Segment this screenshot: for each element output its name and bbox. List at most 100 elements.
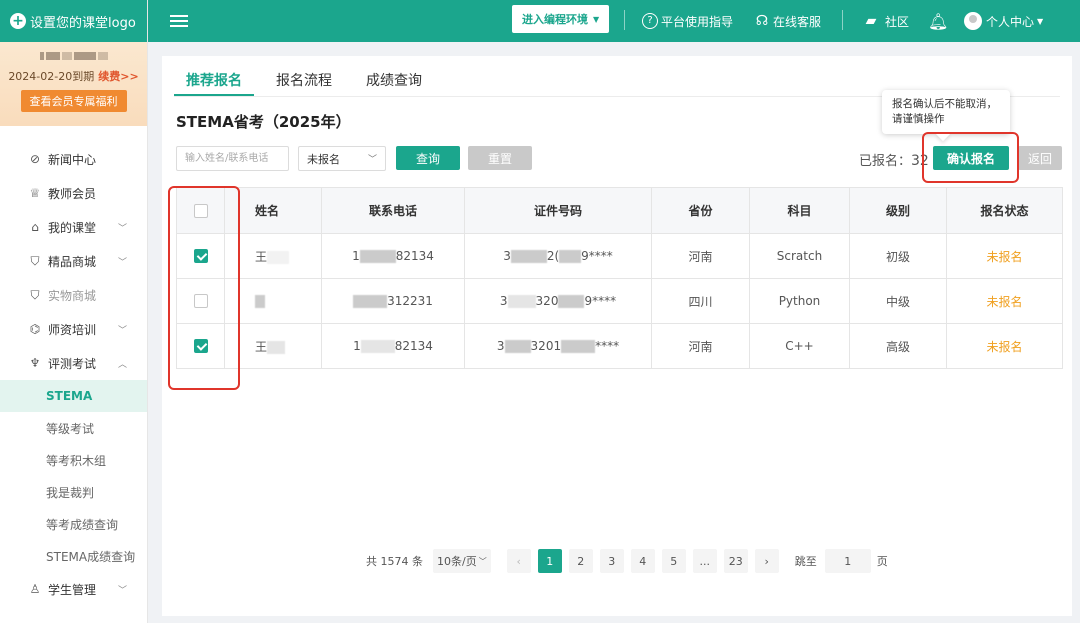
sidebar-subitem-stema-score[interactable]: STEMA成绩查询 [0, 540, 147, 572]
jump-label: 跳至 [794, 555, 817, 568]
enter-env-button[interactable]: 进入编程环境 ▼ [512, 5, 610, 33]
redacted-text [561, 340, 596, 353]
community-link[interactable]: ▰ 社区 [860, 0, 909, 42]
redacted-text [504, 340, 531, 353]
chevron-down-icon: ﹀ [478, 556, 487, 566]
status-badge: 未报名 [946, 323, 1063, 369]
tab-process[interactable]: 报名流程 [264, 56, 344, 96]
training-icon: ⌬ [29, 322, 41, 336]
sidebar-subitem-block-group[interactable]: 等考积木组 [0, 444, 147, 476]
chat-icon: ▰ [865, 13, 877, 29]
prev-page-button[interactable]: ‹ [506, 549, 531, 573]
search-input[interactable] [176, 146, 289, 171]
redacted-text [267, 250, 290, 264]
tab-score[interactable]: 成绩查询 [354, 56, 434, 96]
bell-icon[interactable]: 🔔︎ [928, 0, 948, 42]
sidebar-item-students[interactable]: ♙ 学生管理 ﹀ [0, 572, 147, 606]
plus-icon: + [10, 13, 26, 29]
sidebar-item-exam[interactable]: ♆ 评测考试 ︿ [0, 346, 147, 380]
menu-toggle-icon[interactable] [170, 12, 188, 30]
sidebar-subitem-level-exam[interactable]: 等级考试 [0, 412, 147, 444]
reset-button[interactable]: 重置 [468, 146, 532, 170]
sidebar-subitem-level-score[interactable]: 等考成绩查询 [0, 508, 147, 540]
chevron-down-icon: ﹀ [117, 223, 127, 234]
table-row: 王 1 82134 3 3201 **** 河南 C++ 高级 未报名 [176, 323, 1063, 369]
table-row: 312231 3 320 9**** 四川 Python 中级 未报名 [176, 278, 1063, 324]
page-button[interactable]: 23 [723, 549, 748, 573]
page-unit-label: 页 [876, 555, 888, 568]
status-select[interactable]: 未报名 ﹀ [298, 146, 386, 171]
headset-icon: ☊ [755, 13, 769, 29]
highlight-confirm-box [922, 132, 1019, 183]
next-page-button[interactable]: › [754, 549, 779, 573]
sidebar-item-shop[interactable]: ⛉ 精品商城 ﹀ [0, 244, 147, 278]
chevron-up-icon: ︿ [117, 359, 127, 370]
page-title: STEMA省考（2025年） [176, 113, 351, 131]
page-ellipsis[interactable]: ... [692, 549, 717, 573]
page-button[interactable]: 3 [599, 549, 624, 573]
column-header: 证件号码 [464, 187, 652, 234]
page-button[interactable]: 2 [568, 549, 593, 573]
tab-bar: 推荐报名 报名流程 成绩查询 [174, 56, 444, 96]
redacted-text [359, 250, 396, 263]
chevron-down-icon: ﹀ [117, 257, 127, 268]
top-header: 进入编程环境 ▼ ? 平台使用指导 ☊ 在线客服 ▰ 社区 🔔︎ 个人中心 ▼ [148, 0, 1080, 42]
redacted-text [510, 250, 547, 263]
query-button[interactable]: 查询 [396, 146, 460, 170]
caret-down-icon: ▼ [1037, 16, 1044, 26]
column-header: 科目 [749, 187, 850, 234]
header-divider [624, 10, 625, 30]
redacted-text [267, 340, 286, 354]
registered-count: 已报名：32 [859, 153, 929, 169]
sidebar-item-physical-shop[interactable]: ⛉ 实物商城 [0, 278, 147, 312]
page-size-select[interactable]: 10条/页 ﹀ [433, 549, 491, 573]
trophy-icon: ♆ [29, 356, 41, 370]
column-header: 报名状态 [946, 187, 1063, 234]
column-header: 联系电话 [321, 187, 465, 234]
sidebar-item-training[interactable]: ⌬ 师资培训 ﹀ [0, 312, 147, 346]
chevron-down-icon: ﹀ [117, 325, 127, 336]
chevron-down-icon: ﹀ [367, 155, 377, 165]
sidebar-subitem-referee[interactable]: 我是裁判 [0, 476, 147, 508]
member-benefit-button[interactable]: 查看会员专属福利 [20, 90, 127, 112]
header-divider [842, 10, 843, 30]
redacted-text [559, 250, 582, 263]
jump-page-input[interactable]: 1 [824, 549, 871, 573]
status-badge: 未报名 [946, 278, 1063, 324]
page-button[interactable]: 1 [537, 549, 562, 573]
sidebar-item-teacher[interactable]: ♕ 教师会员 [0, 176, 147, 210]
page-button[interactable]: 5 [661, 549, 686, 573]
registration-table: 姓名 联系电话 证件号码 省份 科目 级别 报名状态 王 1 82134 3 2(9… [176, 187, 1063, 369]
sidebar: + 设置您的课堂logo 2024-02-20到期 续费>> 查看会员专属福利 ⊘… [0, 0, 148, 623]
renew-link[interactable]: 续费>> [98, 70, 138, 83]
sidebar-item-news[interactable]: ⊘ 新闻中心 [0, 142, 147, 176]
chevron-down-icon: ﹀ [117, 585, 127, 596]
pagination: 共 1574 条 10条/页 ﹀ ‹ 1 2 3 4 5 ... 23 › 跳至 … [366, 549, 888, 573]
service-link[interactable]: ☊ 在线客服 [754, 0, 821, 42]
back-button[interactable]: 返回 [1018, 146, 1062, 170]
column-header: 级别 [849, 187, 947, 234]
table-row: 王 1 82134 3 2(9**** 河南 Scratch 初级 未报名 [176, 233, 1063, 279]
status-badge: 未报名 [946, 233, 1063, 279]
sidebar-subitem-stema[interactable]: STEMA [0, 380, 147, 412]
pagination-total: 共 1574 条 [366, 555, 423, 568]
physical-shop-icon: ⛉ [30, 287, 40, 302]
table-header-row: 姓名 联系电话 证件号码 省份 科目 级别 报名状态 [176, 187, 1063, 234]
tab-recommended[interactable]: 推荐报名 [174, 56, 254, 96]
main-content: 推荐报名 报名流程 成绩查询 STEMA省考（2025年） 未报名﹀ 查询 重置… [162, 56, 1072, 616]
guide-link[interactable]: ? 平台使用指导 [642, 0, 733, 42]
user-center-menu[interactable]: 个人中心 ▼ [964, 0, 1043, 42]
student-icon: ♙ [29, 582, 41, 596]
highlight-checkbox-column [168, 186, 240, 390]
redacted-text [360, 340, 395, 353]
page-button[interactable]: 4 [630, 549, 655, 573]
news-icon: ⊘ [29, 152, 41, 166]
redacted-text [558, 295, 585, 308]
avatar [964, 12, 982, 30]
help-icon: ? [642, 13, 658, 29]
member-card: 2024-02-20到期 续费>> 查看会员专属福利 [0, 42, 147, 126]
redacted-text [255, 295, 265, 308]
sidebar-item-class[interactable]: ⌂ 我的课堂 ﹀ [0, 210, 147, 244]
logo-bar[interactable]: + 设置您的课堂logo [0, 0, 147, 42]
logo-text: 设置您的课堂logo [30, 15, 136, 31]
